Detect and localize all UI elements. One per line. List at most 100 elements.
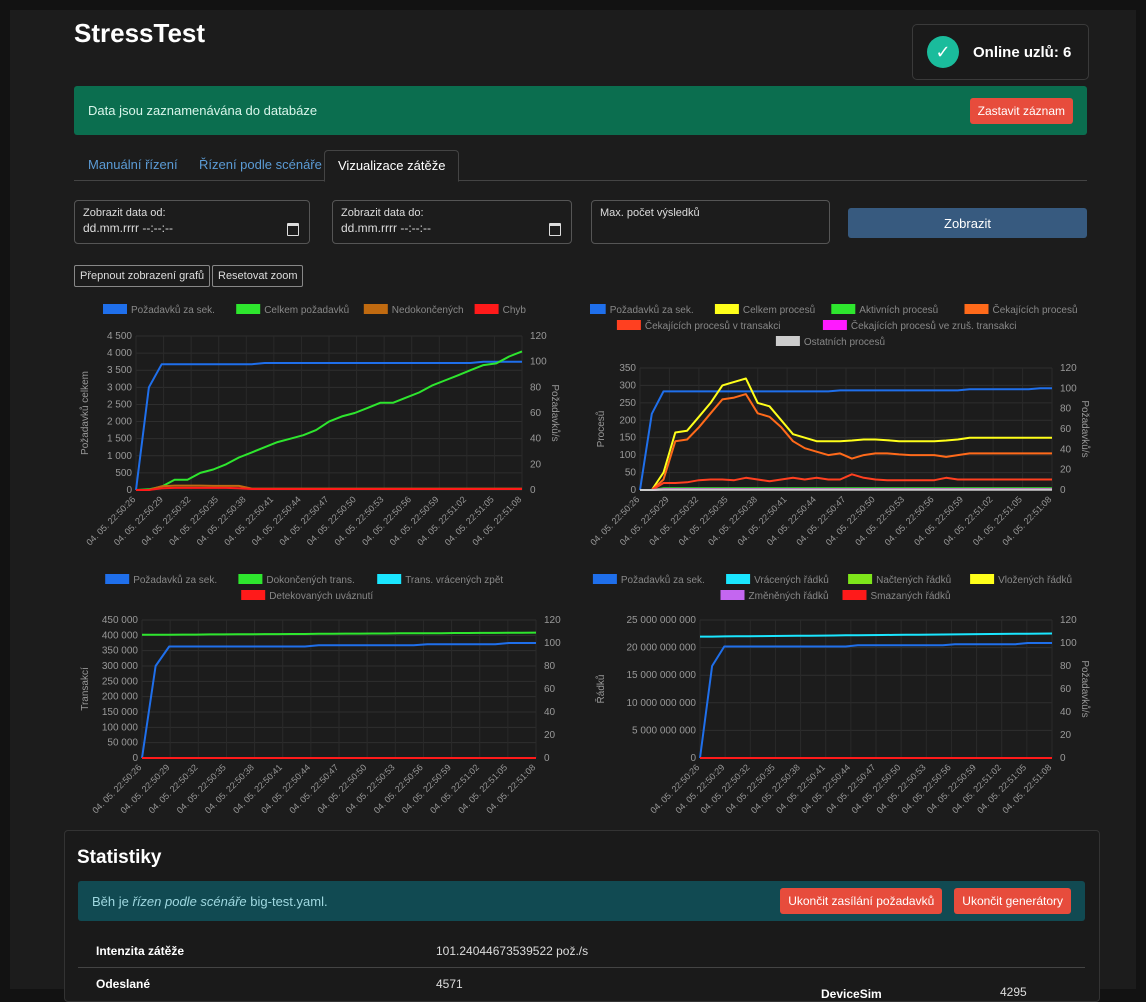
y-axis-title: Transakcí <box>80 667 91 711</box>
x-tick-label: 04. 05. 22:50:29 <box>112 494 165 547</box>
legend-label: Dokončených trans. <box>266 575 354 586</box>
y2-tick-label: 40 <box>530 434 542 445</box>
y-tick-label: 100 <box>619 450 636 461</box>
x-tick-label: 04. 05. 22:50:59 <box>400 762 453 815</box>
legend-swatch <box>590 304 606 314</box>
x-tick-label: 04. 05. 22:50:47 <box>277 494 330 547</box>
max-results-label: Max. počet výsledků <box>600 207 821 219</box>
y2-tick-label: 20 <box>1060 730 1072 741</box>
legend-label: Čekajících procesů v transakci <box>645 319 781 332</box>
y-axis-title: Řádků <box>594 675 607 704</box>
y-tick-label: 20 000 000 000 <box>626 643 696 654</box>
legend-label: Aktivních procesů <box>859 304 938 316</box>
chart-requests[interactable]: Požadavků za sek.Celkem požadavkůNedokon… <box>74 300 564 565</box>
y2-tick-label: 0 <box>1060 485 1066 496</box>
x-tick-label: 04. 05. 22:50:32 <box>147 762 200 815</box>
tab-load-visualization[interactable]: Vizualizace zátěže <box>324 150 459 182</box>
y-tick-label: 200 <box>619 415 636 426</box>
x-tick-label: 04. 05. 22:50:41 <box>222 494 275 547</box>
run-status-text: Běh je řízen podle scénáře big-test.yaml… <box>92 894 768 909</box>
chart-processes[interactable]: Požadavků za sek.Celkem procesůAktivních… <box>590 300 1095 565</box>
y-tick-label: 50 <box>625 468 637 479</box>
date-from-input[interactable]: dd.mm.rrrr --:--:-- <box>83 221 301 235</box>
legend-label: Smazaných řádků <box>871 590 951 602</box>
series-line <box>142 633 536 635</box>
chart-rows[interactable]: Požadavků za sek.Vrácených řádkůNačtenýc… <box>590 570 1095 825</box>
x-tick-label: 04. 05. 22:50:35 <box>167 494 220 547</box>
x-tick-label: 04. 05. 22:50:44 <box>259 762 312 815</box>
show-button[interactable]: Zobrazit <box>848 208 1087 238</box>
tab-scenario-control[interactable]: Řízení podle scénáře <box>199 150 322 180</box>
y2-tick-label: 40 <box>1060 444 1072 455</box>
x-tick-label: 04. 05. 22:50:56 <box>372 762 425 815</box>
legend-swatch <box>241 590 265 600</box>
legend-swatch <box>965 304 989 314</box>
stat-row-sent: Odeslané 4571 DeviceSim 4295 <box>78 968 1085 1000</box>
y-tick-label: 3 500 <box>107 365 132 376</box>
x-tick-label: 04. 05. 22:50:38 <box>195 494 248 547</box>
calendar-icon[interactable] <box>287 223 299 236</box>
x-tick-label: 04. 05. 22:50:38 <box>203 762 256 815</box>
y2-tick-label: 100 <box>530 357 547 368</box>
date-to-field[interactable]: Zobrazit data do: dd.mm.rrrr --:--:-- <box>332 200 572 244</box>
y2-tick-label: 120 <box>1060 363 1077 374</box>
legend-swatch <box>105 574 129 584</box>
legend-swatch <box>593 574 617 584</box>
legend-swatch <box>715 304 739 314</box>
legend-label: Změněných řádků <box>749 590 829 602</box>
date-from-label: Zobrazit data od: <box>83 207 301 219</box>
stop-recording-button[interactable]: Zastavit záznam <box>970 98 1073 124</box>
legend-swatch <box>823 320 847 330</box>
x-tick-label: 04. 05. 22:50:50 <box>315 762 368 815</box>
statistics-title: Statistiky <box>77 847 161 869</box>
legend-swatch <box>364 304 388 314</box>
y2-tick-label: 0 <box>544 753 550 764</box>
legend-label: Čekajících procesů <box>993 303 1078 316</box>
y-tick-label: 150 000 <box>102 707 139 718</box>
toggle-charts-button[interactable]: Přepnout zobrazení grafů <box>74 265 210 287</box>
tab-manual-control[interactable]: Manuální řízení <box>88 150 178 180</box>
legend-label: Vrácených řádků <box>754 574 829 586</box>
stat-key-secondary: DeviceSim <box>821 987 882 1001</box>
legend-swatch <box>848 574 872 584</box>
y2-tick-label: 100 <box>544 638 561 649</box>
legend-swatch <box>843 590 867 600</box>
legend-label: Požadavků za sek. <box>133 574 217 586</box>
calendar-icon[interactable] <box>549 223 561 236</box>
stop-requests-button[interactable]: Ukončit zasílání požadavků <box>780 888 942 914</box>
chart-transactions[interactable]: Požadavků za sek. Dokončených trans. Trans… <box>74 570 564 825</box>
y2-tick-label: 60 <box>544 684 556 695</box>
stat-value-secondary: 4295 <box>1000 985 1027 999</box>
x-tick-label: 04. 05. 22:50:35 <box>175 762 228 815</box>
x-tick-label: 04. 05. 22:50:29 <box>118 762 171 815</box>
legend-label: Ostatních procesů <box>804 336 885 348</box>
x-tick-label: 04. 05. 22:50:50 <box>305 494 358 547</box>
y-tick-label: 200 000 <box>102 692 139 703</box>
legend-swatch <box>776 336 800 346</box>
x-tick-label: 04. 05. 22:50:32 <box>139 494 192 547</box>
x-tick-label: 04. 05. 22:51:05 <box>456 762 509 815</box>
reset-zoom-button[interactable]: Resetovat zoom <box>212 265 303 287</box>
max-results-field[interactable]: Max. počet výsledků <box>591 200 830 244</box>
online-nodes-status: ✓ Online uzlů: 6 <box>912 24 1089 80</box>
page-title: StressTest <box>74 18 205 49</box>
y-tick-label: 2 500 <box>107 399 132 410</box>
y2-tick-label: 120 <box>544 615 561 626</box>
stop-generators-button[interactable]: Ukončit generátory <box>954 888 1071 914</box>
y2-tick-label: 40 <box>544 707 556 718</box>
legend-label: Nedokončených <box>392 305 464 316</box>
y2-tick-label: 80 <box>1060 661 1072 672</box>
y-tick-label: 50 000 <box>107 738 138 749</box>
legend-swatch <box>103 304 127 314</box>
y2-tick-label: 80 <box>1060 404 1072 415</box>
x-tick-label: 04. 05. 22:50:47 <box>287 762 340 815</box>
legend-swatch <box>475 304 499 314</box>
legend-label: Načtených řádků <box>876 574 951 586</box>
legend-label: Požadavků za sek. <box>131 304 215 316</box>
y2-tick-label: 0 <box>530 485 536 496</box>
y-tick-label: 500 <box>115 468 132 479</box>
date-to-input[interactable]: dd.mm.rrrr --:--:-- <box>341 221 563 235</box>
date-from-field[interactable]: Zobrazit data od: dd.mm.rrrr --:--:-- <box>74 200 310 244</box>
legend-label: Trans. vrácených zpět <box>405 575 503 586</box>
y-tick-label: 25 000 000 000 <box>626 615 696 626</box>
